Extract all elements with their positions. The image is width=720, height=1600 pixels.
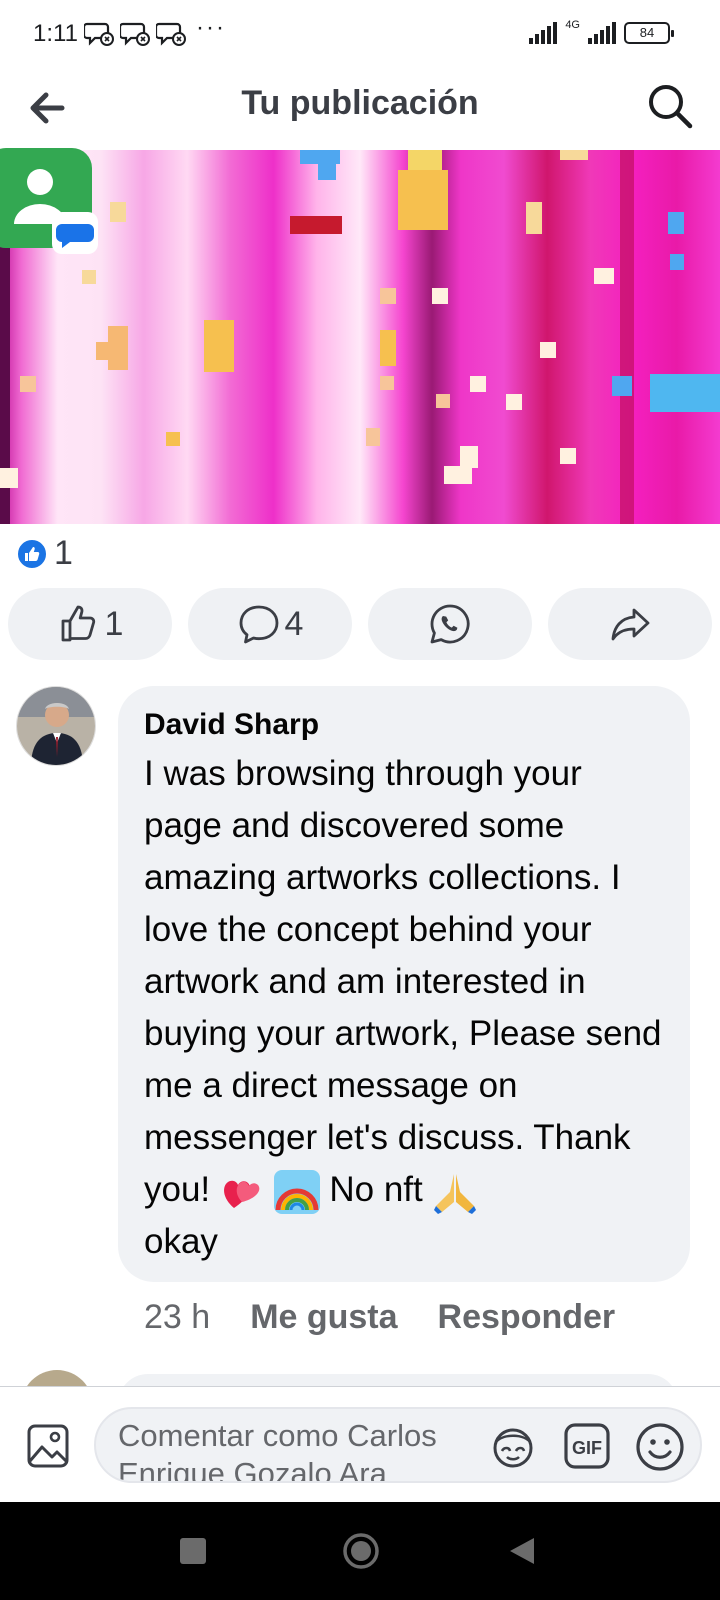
comment-count: 4 bbox=[284, 604, 304, 643]
comment-text-main: I was browsing through your page and dis… bbox=[144, 754, 662, 1209]
signal-icon-2 bbox=[588, 22, 616, 44]
reaction-summary[interactable]: 1 bbox=[16, 534, 73, 573]
photo-icon[interactable] bbox=[26, 1421, 70, 1471]
whatsapp-icon bbox=[430, 604, 470, 644]
comment-bubble-icon bbox=[239, 605, 278, 644]
comment-text-end: okay bbox=[144, 1222, 218, 1261]
system-nav-bar bbox=[0, 1502, 720, 1600]
comment-button[interactable]: 4 bbox=[188, 588, 352, 660]
avatar[interactable] bbox=[16, 686, 96, 766]
reaction-count: 1 bbox=[54, 534, 73, 572]
comment-meta: 23 h Me gusta Responder bbox=[144, 1298, 615, 1337]
network-type: 4G bbox=[565, 19, 580, 31]
more-notifications-dots: ··· bbox=[196, 14, 226, 41]
like-reaction-icon bbox=[16, 537, 48, 570]
signal-icon bbox=[529, 22, 558, 44]
message-notif-icon bbox=[156, 22, 186, 46]
notification-icons bbox=[84, 20, 186, 48]
battery-icon: 84 bbox=[624, 22, 674, 44]
back-triangle-icon[interactable] bbox=[508, 1536, 536, 1566]
comment-reply-link[interactable]: Responder bbox=[438, 1298, 616, 1337]
gif-label: GIF bbox=[572, 1438, 602, 1458]
emoji-icon[interactable] bbox=[634, 1421, 686, 1473]
comment-placeholder: Comentar como Carlos Enrique Gozalo Ara bbox=[118, 1418, 437, 1483]
heart-emoji bbox=[223, 1180, 260, 1208]
status-time: 1:11 bbox=[33, 20, 78, 47]
post-actions: 1 4 bbox=[8, 588, 712, 660]
comment-text: I was browsing through your page and dis… bbox=[144, 748, 664, 1268]
avatar-sticker-icon[interactable] bbox=[488, 1421, 538, 1471]
messages-app-icon[interactable] bbox=[0, 148, 100, 256]
comment-like-link[interactable]: Me gusta bbox=[250, 1298, 397, 1337]
like-count: 1 bbox=[104, 604, 124, 643]
pixel-art-image bbox=[0, 150, 720, 524]
comment-composer: Comentar como Carlos Enrique Gozalo Ara … bbox=[0, 1386, 720, 1502]
post-image[interactable] bbox=[0, 150, 720, 524]
comment-bubble[interactable]: David Sharp I was browsing through your … bbox=[118, 686, 690, 1282]
status-right: 4G 84 bbox=[527, 19, 674, 46]
whatsapp-share-button[interactable] bbox=[368, 588, 532, 660]
message-notif-icon bbox=[84, 22, 114, 46]
gif-button[interactable]: GIF bbox=[562, 1421, 612, 1471]
message-notif-icon bbox=[120, 22, 150, 46]
recent-apps-icon[interactable] bbox=[180, 1538, 206, 1564]
search-icon[interactable] bbox=[642, 78, 698, 134]
share-button[interactable] bbox=[548, 588, 712, 660]
like-button[interactable]: 1 bbox=[8, 588, 172, 660]
comment-input[interactable]: Comentar como Carlos Enrique Gozalo Ara … bbox=[94, 1407, 702, 1483]
pray-emoji bbox=[434, 1173, 477, 1214]
page-title: Tu publicación bbox=[241, 84, 479, 122]
header: Tu publicación bbox=[0, 68, 720, 148]
status-bar: 1:11 ··· 4G 84 bbox=[0, 0, 720, 68]
rainbow-emoji bbox=[273, 1169, 320, 1214]
comment-author[interactable]: David Sharp bbox=[144, 708, 664, 742]
comment-text-mid: No nft bbox=[329, 1170, 423, 1209]
share-icon bbox=[611, 608, 650, 641]
thumbs-up-icon bbox=[61, 605, 95, 642]
comment-timestamp: 23 h bbox=[144, 1298, 211, 1336]
home-icon[interactable] bbox=[342, 1532, 380, 1570]
